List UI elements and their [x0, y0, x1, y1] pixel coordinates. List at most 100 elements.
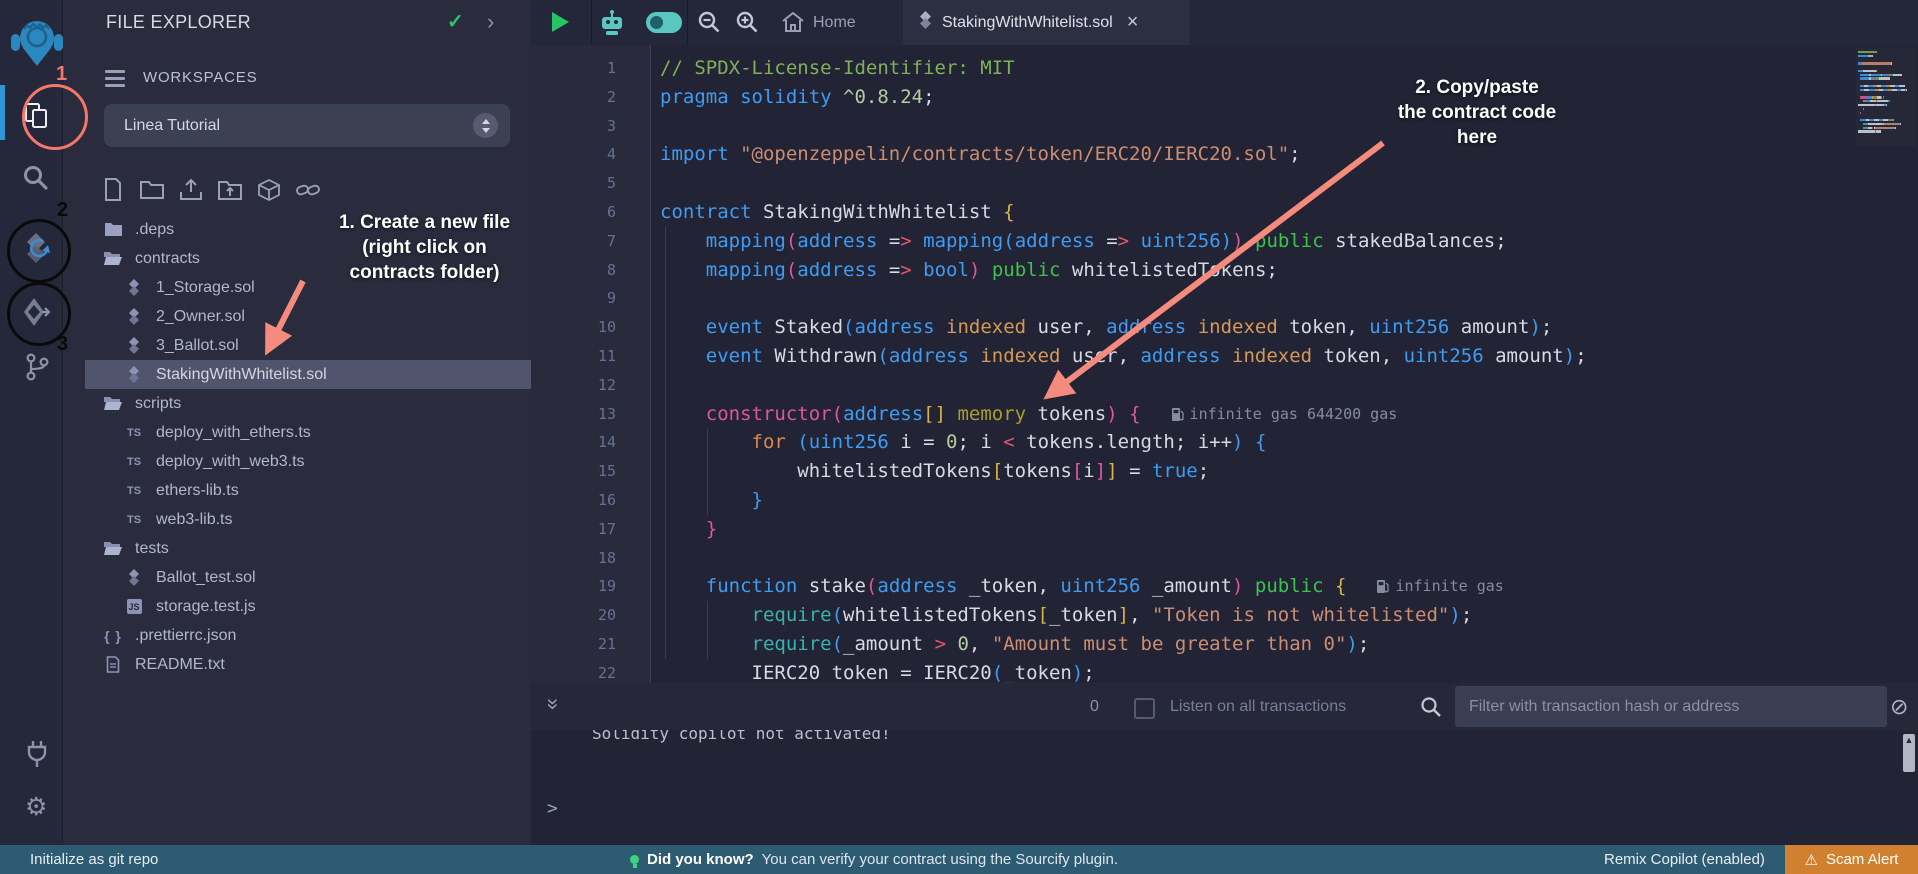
- code-line-19: 19 function stake(address _token, uint25…: [530, 572, 1918, 601]
- workspace-select[interactable]: Linea Tutorial: [104, 104, 510, 147]
- deploy-and-run-icon[interactable]: [22, 297, 50, 327]
- workspaces-menu-icon[interactable]: [105, 70, 125, 91]
- file-explorer-icon[interactable]: [24, 102, 50, 129]
- remix-ide-window: ⚙ 1 2 3 FILE EXPLORER ✓ › WORKSPACES Lin…: [0, 0, 1918, 874]
- code-text: require(whitelistedTokens[_token], "Toke…: [660, 601, 1472, 630]
- tree-item-storage-test-js[interactable]: JSstorage.test.js: [63, 592, 531, 621]
- settings-gear-icon[interactable]: ⚙: [25, 792, 47, 822]
- file-tree: .depscontracts1_Storage.sol 2_Owner.sol 3_…: [63, 215, 531, 679]
- tree-item-ballot-test-sol[interactable]: Ballot_test.sol: [63, 563, 531, 592]
- line-number: 4: [530, 140, 616, 169]
- annotation-badge-3: 3: [57, 333, 68, 356]
- solidity-icon: [124, 569, 144, 586]
- remix-logo-icon[interactable]: [10, 14, 64, 68]
- workspace-dropdown-icon[interactable]: [473, 113, 498, 138]
- search-icon[interactable]: [22, 164, 49, 191]
- code-line-9: 9: [530, 284, 1918, 313]
- tree-item-deploy-with-web3-ts[interactable]: TSdeploy_with_web3.ts: [63, 447, 531, 476]
- code-line-13: 13 constructor(address[] memory tokens) …: [530, 400, 1918, 429]
- line-number: 10: [530, 313, 616, 342]
- doc-icon: [103, 656, 123, 673]
- init-git-repo-button[interactable]: Initialize as git repo: [30, 845, 158, 874]
- transaction-filter-input[interactable]: [1455, 686, 1887, 727]
- git-icon[interactable]: [24, 352, 50, 382]
- line-number: 18: [530, 544, 616, 573]
- new-file-icon[interactable]: [101, 178, 125, 202]
- home-icon[interactable]: [781, 11, 805, 33]
- code-area: 1// SPDX-License-Identifier: MIT2pragma …: [530, 54, 1918, 683]
- upload-folder-icon[interactable]: [218, 178, 242, 202]
- tree-item--deps[interactable]: .deps: [63, 215, 531, 244]
- copilot-toggle[interactable]: [646, 12, 682, 33]
- code-line-2: 2pragma solidity ^0.8.24;: [530, 83, 1918, 112]
- code-text: }: [660, 486, 763, 515]
- code-text: // SPDX-License-Identifier: MIT: [660, 54, 1015, 83]
- link-icon[interactable]: [296, 178, 320, 202]
- tree-item-stakingwithwhitelist-sol[interactable]: StakingWithWhitelist.sol: [85, 360, 531, 389]
- terminal-prompt: >: [547, 798, 558, 819]
- code-line-22: 22 IERC20 token = IERC20(_token);: [530, 659, 1918, 683]
- ipfs-cube-icon[interactable]: [257, 178, 281, 202]
- terminal-message: Solidity copilot not activated!: [592, 730, 891, 743]
- tree-item-tests[interactable]: tests: [63, 534, 531, 563]
- tab-close-icon[interactable]: ×: [1127, 11, 1139, 34]
- status-bar: Initialize as git repo Did you know? You…: [0, 845, 1918, 874]
- code-line-8: 8 mapping(address => bool) public whitel…: [530, 256, 1918, 285]
- collapse-chevron-icon[interactable]: ›: [487, 0, 494, 43]
- code-line-6: 6contract StakingWithWhitelist {: [530, 198, 1918, 227]
- zoom-out-icon[interactable]: [698, 11, 721, 34]
- tree-item-deploy-with-ethers-ts[interactable]: TSdeploy_with_ethers.ts: [63, 418, 531, 447]
- code-text: }: [660, 515, 717, 544]
- tree-item-2-owner-sol[interactable]: 2_Owner.sol: [63, 302, 531, 331]
- tree-item-label: 2_Owner.sol: [156, 308, 245, 326]
- solidity-compiler-icon[interactable]: [21, 232, 51, 264]
- tree-item--prettierrc-json[interactable]: { }.prettierrc.json: [63, 621, 531, 650]
- tree-item-web3-lib-ts[interactable]: TSweb3-lib.ts: [63, 505, 531, 534]
- workspace-name: Linea Tutorial: [124, 104, 220, 147]
- tree-item-label: Ballot_test.sol: [156, 569, 256, 587]
- solidity-icon: [124, 337, 144, 354]
- tree-item-1-storage-sol[interactable]: 1_Storage.sol: [63, 273, 531, 302]
- line-number: 6: [530, 198, 616, 227]
- code-line-17: 17 }: [530, 515, 1918, 544]
- clear-console-icon[interactable]: ⊘: [1890, 683, 1908, 730]
- plugin-manager-icon[interactable]: [24, 740, 50, 768]
- panel-title: FILE EXPLORER: [106, 0, 251, 45]
- new-folder-icon[interactable]: [140, 178, 164, 202]
- terminal-output[interactable]: Solidity copilot not activated! > ▲: [530, 730, 1918, 845]
- line-number: 8: [530, 256, 616, 285]
- listen-all-transactions-checkbox[interactable]: [1134, 698, 1155, 719]
- scrollbar-thumb[interactable]: ▲: [1903, 734, 1915, 772]
- folder-open-icon: [103, 251, 123, 266]
- scam-alert-label: Scam Alert: [1826, 851, 1899, 868]
- zoom-in-icon[interactable]: [736, 11, 759, 34]
- tree-item-readme-txt[interactable]: README.txt: [63, 650, 531, 679]
- minimap[interactable]: [1856, 48, 1916, 146]
- tree-item-3-ballot-sol[interactable]: 3_Ballot.sol: [63, 331, 531, 360]
- file-explorer-header: FILE EXPLORER ✓ ›: [63, 0, 531, 45]
- terminal-scrollbar[interactable]: ▲: [1903, 732, 1916, 842]
- gas-estimate-widget: infinite gas: [1376, 572, 1503, 601]
- line-number: 14: [530, 428, 616, 457]
- code-editor[interactable]: 1// SPDX-License-Identifier: MIT2pragma …: [530, 45, 1918, 683]
- workspaces-row: WORKSPACES: [63, 62, 531, 94]
- tree-item-contracts[interactable]: contracts: [63, 244, 531, 273]
- home-tab[interactable]: Home: [813, 0, 856, 45]
- remix-copilot-status[interactable]: Remix Copilot (enabled): [1604, 845, 1765, 874]
- gas-estimate-widget: infinite gas 644200 gas: [1171, 400, 1398, 429]
- code-text: pragma solidity ^0.8.24;: [660, 83, 935, 112]
- tab-staking-with-whitelist[interactable]: StakingWithWhitelist.sol ×: [903, 0, 1190, 45]
- terminal-expand-icon[interactable]: «: [540, 698, 564, 710]
- accept-check-icon[interactable]: ✓: [447, 0, 464, 45]
- tree-item-scripts[interactable]: scripts: [63, 389, 531, 418]
- run-script-button[interactable]: [552, 12, 569, 32]
- code-line-20: 20 require(whitelistedTokens[_token], "T…: [530, 601, 1918, 630]
- tree-item-ethers-lib-ts[interactable]: TSethers-lib.ts: [63, 476, 531, 505]
- active-plugin-indicator: [0, 85, 5, 140]
- scam-alert-button[interactable]: ⚠ Scam Alert: [1785, 845, 1918, 874]
- copilot-robot-icon[interactable]: [598, 9, 626, 36]
- code-text: function stake(address _token, uint256 _…: [660, 572, 1504, 601]
- terminal-search-icon[interactable]: [1420, 696, 1442, 723]
- code-line-1: 1// SPDX-License-Identifier: MIT: [530, 54, 1918, 83]
- upload-file-icon[interactable]: [179, 178, 203, 202]
